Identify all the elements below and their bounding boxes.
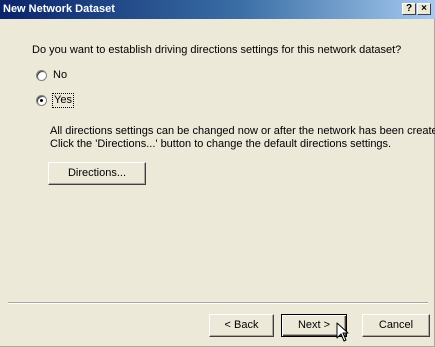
help-icon: ? (405, 3, 413, 14)
radio-option-yes[interactable]: Yes (36, 92, 74, 108)
radio-yes-label[interactable]: Yes (52, 92, 74, 108)
mouse-pointer-icon (336, 322, 349, 342)
radio-selected-dot (40, 98, 43, 102)
info-line-2: Click the 'Directions...' button to chan… (50, 138, 392, 150)
radio-yes-button[interactable] (36, 94, 47, 106)
info-text: All directions settings can be changed n… (50, 125, 435, 151)
back-button[interactable]: < Back (209, 314, 274, 337)
close-button[interactable]: × (417, 3, 431, 15)
cancel-button-label: Cancel (378, 319, 414, 331)
radio-no-button[interactable] (36, 69, 47, 81)
info-line-1: All directions settings can be changed n… (50, 125, 435, 137)
back-button-label: < Back (224, 319, 259, 331)
footer-separator (8, 302, 428, 304)
directions-button[interactable]: Directions... (48, 162, 146, 185)
radio-no-label[interactable]: No (53, 69, 67, 82)
question-text: Do you want to establish driving directi… (32, 44, 402, 56)
title-bar[interactable]: New Network Dataset ? × (0, 0, 435, 19)
cancel-button[interactable]: Cancel (362, 314, 430, 337)
next-button-label: Next > (297, 319, 331, 331)
close-icon: × (421, 3, 427, 14)
radio-option-no[interactable]: No (36, 68, 67, 82)
window-title: New Network Dataset (3, 3, 115, 15)
help-button[interactable]: ? (402, 3, 416, 15)
new-network-dataset-dialog: New Network Dataset ? × Do you want to e… (0, 0, 435, 347)
